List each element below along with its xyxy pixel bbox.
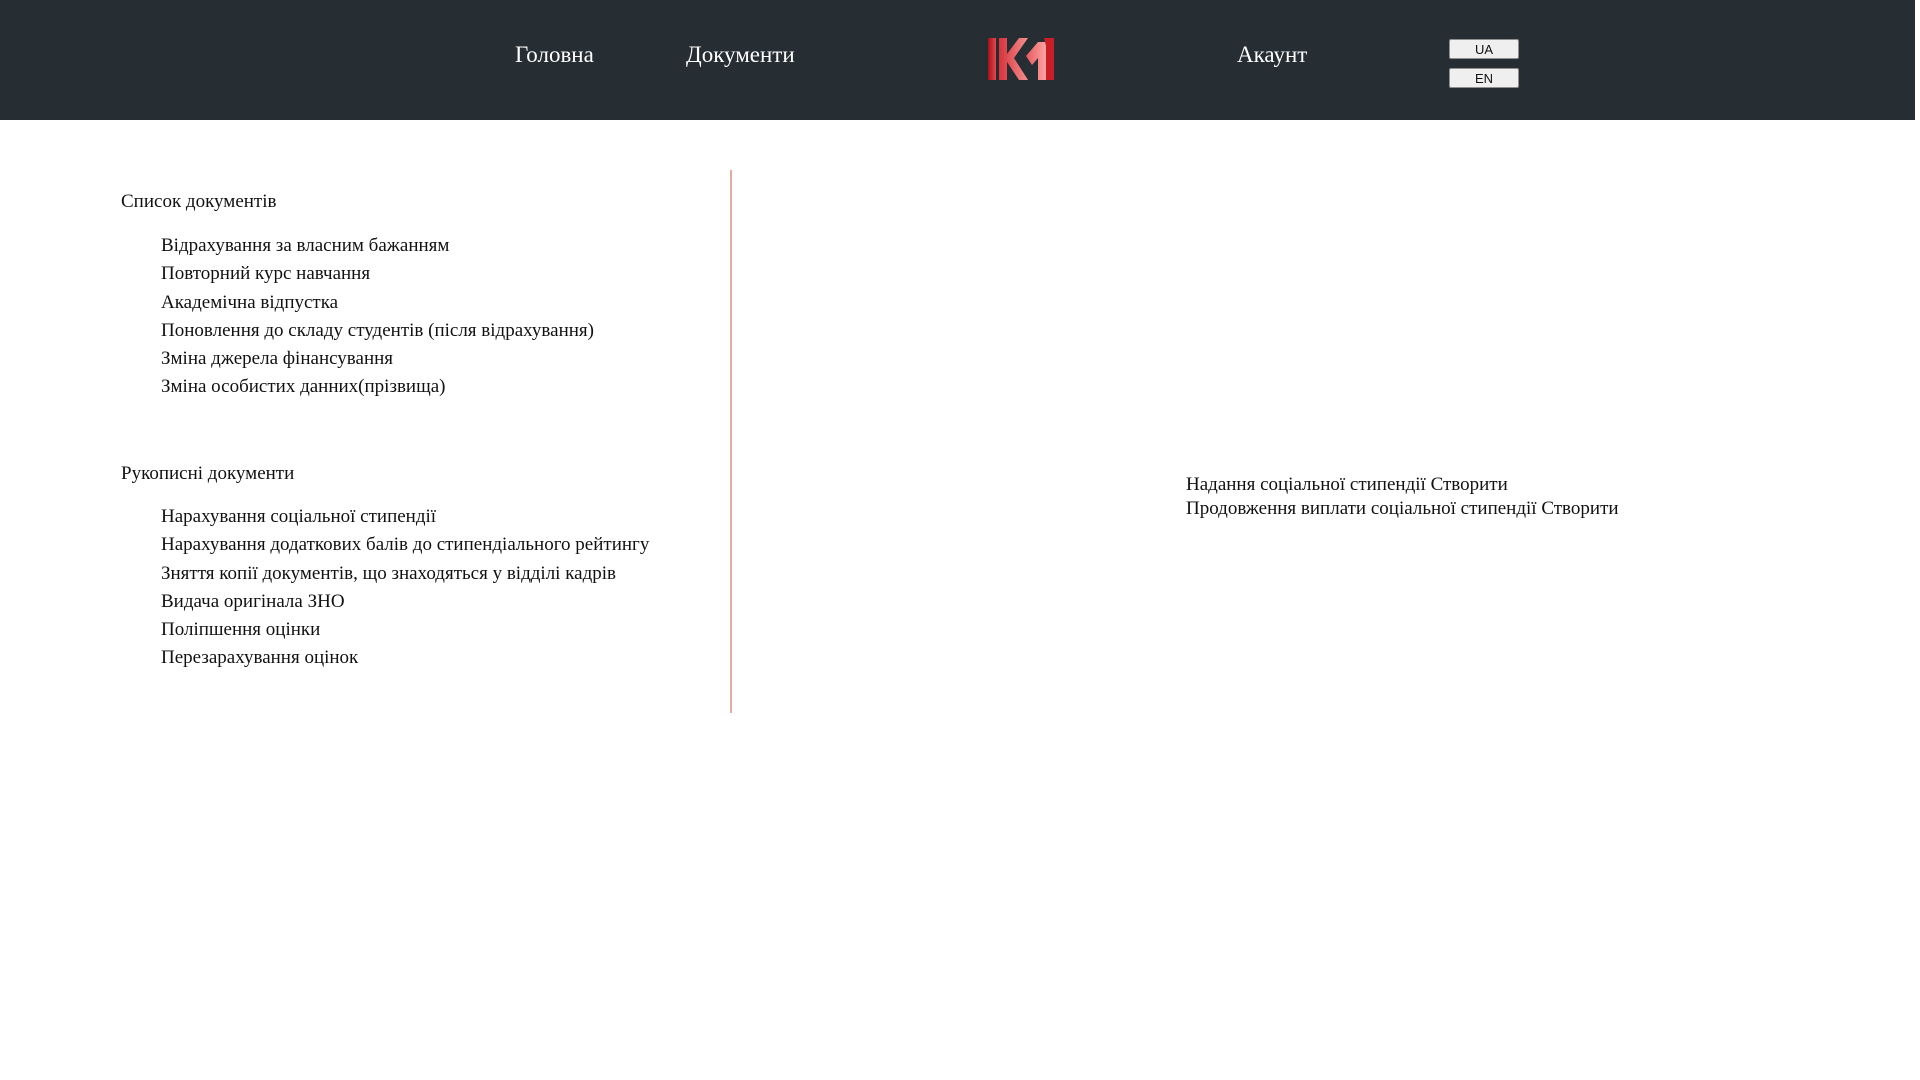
handwritten-item-grade-transfer[interactable]: Перезарахування оцінок xyxy=(161,644,649,672)
column-divider xyxy=(730,170,732,713)
document-item-personal-data-change[interactable]: Зміна особистих данних(прізвища) xyxy=(161,373,594,401)
document-item-reinstatement[interactable]: Поновлення до складу студентів (після ві… xyxy=(161,317,594,345)
create-scholarship-extension-link[interactable]: Створити xyxy=(1541,498,1618,519)
handwritten-item-additional-points[interactable]: Нарахування додаткових балів до стипенді… xyxy=(161,531,649,559)
nav-home-link[interactable]: Головна xyxy=(515,42,594,68)
language-ua-button[interactable]: UA xyxy=(1449,39,1519,59)
document-item-voluntary-expulsion[interactable]: Відрахування за власним бажанням xyxy=(161,232,594,260)
create-document-panel: Надання соціальної стипендії Створити Пр… xyxy=(1186,473,1619,520)
handwritten-documents-title: Рукописні документи xyxy=(121,463,295,484)
nav-account-link[interactable]: Акаунт xyxy=(1237,42,1307,68)
create-row-social-scholarship: Надання соціальної стипендії Створити xyxy=(1186,473,1619,497)
handwritten-item-hr-copies[interactable]: Зняття копії документів, що знаходяться … xyxy=(161,560,649,588)
university-logo-icon[interactable] xyxy=(988,38,1054,80)
handwritten-item-social-scholarship[interactable]: Нарахування соціальної стипендії xyxy=(161,503,649,531)
create-social-scholarship-link[interactable]: Створити xyxy=(1431,474,1508,495)
top-navigation-bar: Головна Документи Акаунт UA EN xyxy=(0,0,1915,120)
handwritten-item-grade-improvement[interactable]: Поліпшення оцінки xyxy=(161,616,649,644)
documents-list-title: Список документів xyxy=(121,191,277,212)
create-row-scholarship-extension: Продовження виплати соціальної стипендії… xyxy=(1186,497,1619,521)
nav-documents-link[interactable]: Документи xyxy=(686,42,795,68)
language-en-button[interactable]: EN xyxy=(1449,68,1519,88)
document-item-academic-leave[interactable]: Академічна відпустка xyxy=(161,289,594,317)
handwritten-item-zno-original[interactable]: Видача оригінала ЗНО xyxy=(161,588,649,616)
create-row-label: Надання соціальної стипендії xyxy=(1186,474,1426,495)
create-row-label: Продовження виплати соціальної стипендії xyxy=(1186,497,1537,519)
page: Головна Документи Акаунт UA EN Список до… xyxy=(0,0,1920,1080)
documents-list: Відрахування за власним бажанням Повторн… xyxy=(161,232,594,402)
document-item-funding-change[interactable]: Зміна джерела фінансування xyxy=(161,345,594,373)
document-item-repeat-course[interactable]: Повторний курс навчання xyxy=(161,260,594,288)
handwritten-documents-list: Нарахування соціальної стипендії Нарахув… xyxy=(161,503,649,673)
